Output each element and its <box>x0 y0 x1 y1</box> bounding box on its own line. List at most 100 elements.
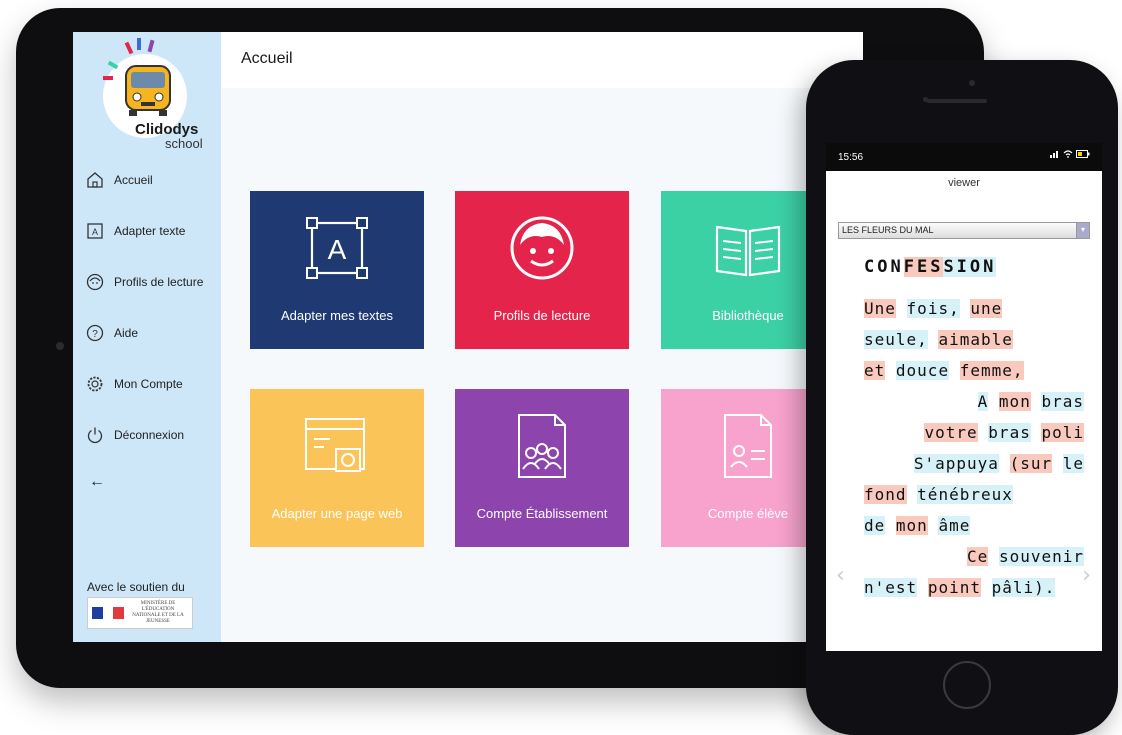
sidebar: Clidodys school Accueil A Adapter texte <box>73 32 221 642</box>
poem-word: poli <box>1041 423 1084 442</box>
poem-word: fond <box>864 485 907 504</box>
tile-label: Adapter mes textes <box>281 308 393 323</box>
poem-word: mon <box>998 392 1031 411</box>
home-icon <box>85 170 105 190</box>
group-icon <box>518 414 566 478</box>
poem-line: votre bras poli <box>864 423 1084 442</box>
sidebar-item-label: Profils de lecture <box>114 274 204 289</box>
tile-profils-de-lecture[interactable]: Profils de lecture <box>455 191 629 349</box>
sidebar-item-accueil[interactable]: Accueil <box>73 154 221 205</box>
french-flag-icon <box>92 607 125 619</box>
poem-line: S'appuya (sur le <box>864 454 1084 473</box>
sidebar-nav: Accueil A Adapter texte Profils de lectu… <box>73 154 221 504</box>
poem-word: Une <box>864 299 896 318</box>
poem-word: n'est <box>864 578 918 597</box>
poem-word: (sur <box>1009 454 1053 473</box>
wifi-icon <box>1063 150 1073 158</box>
book-select[interactable]: LES FLEURS DU MAL ▾ <box>838 222 1090 239</box>
poem-word: pâli). <box>991 578 1056 597</box>
phone-earpiece <box>927 99 987 103</box>
student-icon <box>724 414 772 478</box>
text-box-icon: A <box>85 221 105 241</box>
status-icons <box>1050 150 1090 158</box>
poem-line: Une fois, une <box>864 299 1003 318</box>
logo-name: Clidodys <box>135 121 199 138</box>
sidebar-item-aide[interactable]: ? Aide <box>73 307 221 358</box>
poem-word: âme <box>938 516 971 535</box>
back-arrow-button[interactable]: ← <box>73 460 221 504</box>
previous-page-button[interactable]: ‹ <box>834 563 848 588</box>
phone-home-button[interactable] <box>943 661 991 709</box>
logo[interactable]: Clidodys school <box>93 38 203 151</box>
poem-word: bras <box>1041 392 1084 411</box>
tile-label: Compte Établissement <box>476 506 608 521</box>
status-time: 15:56 <box>838 152 864 163</box>
title-segment: CON <box>864 257 904 277</box>
book-icon <box>715 225 781 277</box>
tile-label: Profils de lecture <box>493 308 591 323</box>
poem-word: de <box>864 516 886 535</box>
poem-word: mon <box>895 516 928 535</box>
sidebar-item-profils[interactable]: Profils de lecture <box>73 256 221 307</box>
gear-icon <box>85 374 105 394</box>
poem-line: n'est point pâli). <box>864 578 1056 597</box>
sidebar-item-label: Aide <box>114 325 139 340</box>
web-page-icon <box>305 418 365 472</box>
help-icon: ? <box>85 323 105 343</box>
reading-area: CONFESSION Une fois, une seule, aimable et… <box>826 241 1102 651</box>
sidebar-item-label: Adapter texte <box>114 223 186 238</box>
poem-word: souvenir <box>998 547 1084 566</box>
tile-compte-etablissement[interactable]: Compte Établissement <box>455 389 629 547</box>
poem-word: aimable <box>938 330 1013 349</box>
tile-adapter-mes-textes[interactable]: A Adapter mes textes <box>250 191 424 349</box>
text-frame-icon: A <box>306 217 368 279</box>
ministry-logo: MINISTÈRE DE L'ÉDUCATION NATIONALE ET DE… <box>87 597 193 629</box>
sidebar-item-mon-compte[interactable]: Mon Compte <box>73 358 221 409</box>
svg-text:A: A <box>92 227 98 237</box>
tile-label: Adapter une page web <box>271 506 403 521</box>
poem-word: douce <box>895 361 950 380</box>
poem-line: seule, aimable <box>864 330 1013 349</box>
poem-word: S'appuya <box>913 454 999 473</box>
next-page-button[interactable]: › <box>1080 563 1094 588</box>
ministry-text: MINISTÈRE DE L'ÉDUCATION NATIONALE ET DE… <box>132 601 184 624</box>
poem-line: de mon âme <box>864 516 971 535</box>
face-icon <box>510 216 574 280</box>
poem-word: ténébreux <box>917 485 1013 504</box>
poem-line: A mon bras <box>934 392 1084 411</box>
sidebar-item-deconnexion[interactable]: Déconnexion <box>73 409 221 460</box>
phone-screen: 15:56 viewer LES FLEURS DU MAL ▾ CONFESS… <box>826 143 1102 651</box>
poem-word: Ce <box>967 547 989 566</box>
battery-icon <box>1076 150 1090 158</box>
header: Accueil <box>221 32 863 88</box>
sidebar-item-adapter-texte[interactable]: A Adapter texte <box>73 205 221 256</box>
tile-adapter-page-web[interactable]: Adapter une page web <box>250 389 424 547</box>
title-segment: FES <box>903 257 944 277</box>
sidebar-item-label: Déconnexion <box>114 427 185 442</box>
poem-word: votre <box>924 423 978 442</box>
chevron-down-icon: ▾ <box>1076 223 1089 238</box>
tablet-camera <box>56 342 64 350</box>
poem-line: et douce femme, <box>864 361 1024 380</box>
title-segment: SION <box>943 257 997 277</box>
logo-sub: school <box>165 136 203 151</box>
sidebar-item-label: Accueil <box>114 172 153 187</box>
sidebar-item-label: Mon Compte <box>114 376 183 391</box>
poem-word: seule, <box>864 330 928 349</box>
signal-icon <box>1050 151 1058 158</box>
face-icon <box>85 272 105 292</box>
poem-line: Ce souvenir <box>934 547 1084 566</box>
poem-title: CONFESSION <box>864 257 997 277</box>
power-icon <box>85 425 105 445</box>
poem-word: point <box>927 578 981 597</box>
tablet-screen: Clidodys school Accueil A Adapter texte <box>73 32 863 642</box>
poem-word: une <box>970 299 1003 318</box>
svg-text:A: A <box>328 234 347 265</box>
page-title: Accueil <box>241 50 293 67</box>
support-label: Avec le soutien du <box>87 580 185 594</box>
poem-word: fois, <box>906 299 960 318</box>
poem-word: bras <box>988 423 1031 442</box>
poem-word: le <box>1062 454 1084 473</box>
phone-camera <box>969 80 975 86</box>
poem-word: A <box>977 392 989 411</box>
